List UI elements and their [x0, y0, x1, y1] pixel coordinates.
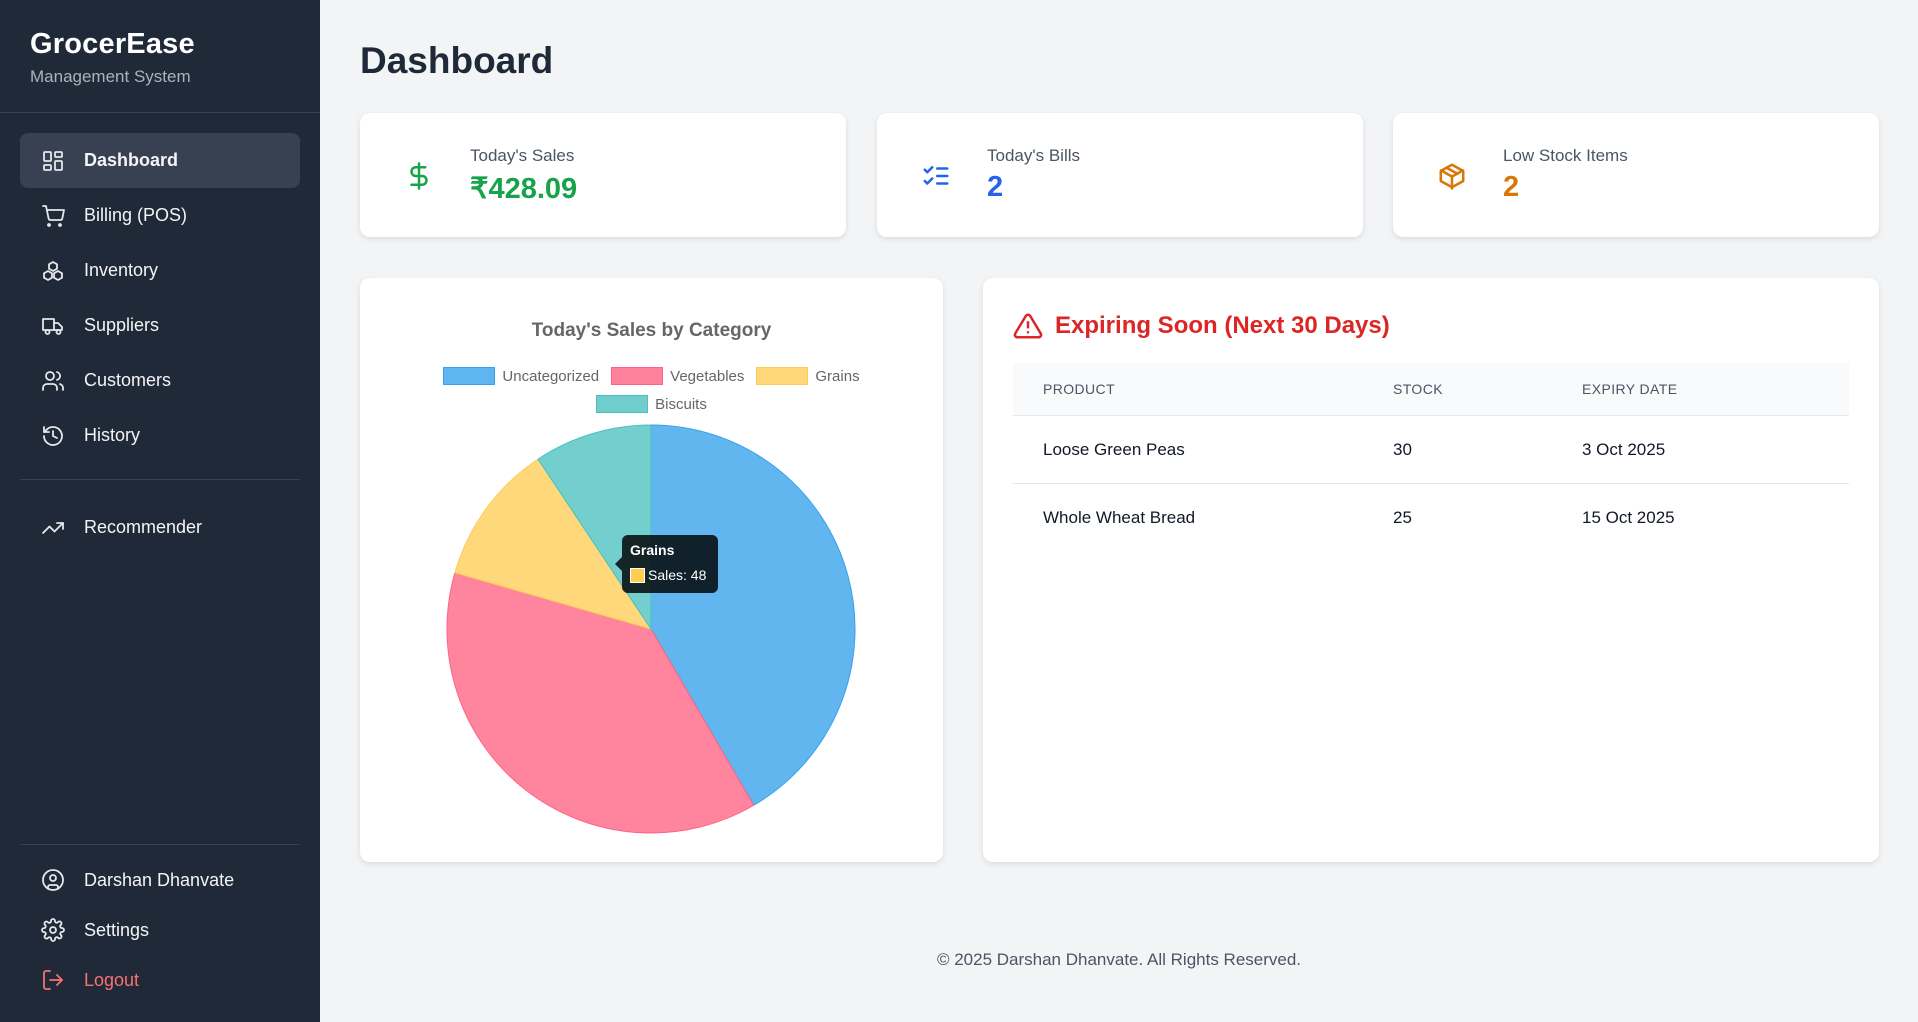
sidebar-item-label: Recommender	[84, 517, 203, 537]
truck-icon	[40, 313, 66, 339]
user-name: Darshan Dhanvate	[84, 869, 235, 890]
tooltip-title: Grains	[630, 542, 675, 558]
cell-expiry-date: 15 Oct 2025	[1582, 507, 1675, 527]
sidebar-nav: Dashboard Billing (POS) Inventory Suppli…	[0, 113, 320, 463]
column-header-product: PRODUCT	[1013, 363, 1392, 416]
sidebar-item-suppliers[interactable]: Suppliers	[20, 298, 300, 353]
tooltip-swatch	[630, 567, 645, 583]
sidebar-bottom: Darshan Dhanvate Settings Logout	[20, 844, 300, 1005]
sidebar-item-billing[interactable]: Billing (POS)	[20, 188, 300, 243]
brand: GrocerEase Management System	[0, 0, 320, 113]
sidebar-item-customers[interactable]: Customers	[20, 353, 300, 408]
column-header-stock: STOCK	[1392, 363, 1581, 416]
gear-icon	[40, 917, 66, 943]
trending-up-icon	[40, 515, 66, 541]
column-header-expiry-date: EXPIRY DATE	[1581, 363, 1849, 416]
warning-triangle-icon	[1013, 313, 1043, 339]
boxes-icon	[40, 258, 66, 284]
sidebar-item-label: Customers	[84, 370, 172, 390]
table-row: Loose Green Peas 30 3 Oct 2025	[1013, 415, 1849, 484]
brand-title: GrocerEase	[30, 28, 195, 60]
tooltip-line: Sales: 48	[630, 567, 706, 583]
sidebar-item-settings[interactable]: Settings	[20, 905, 300, 955]
stat-card-low-stock: Low Stock Items 2	[1393, 113, 1879, 237]
sidebar-item-label: Billing (POS)	[84, 205, 188, 225]
sidebar-item-dashboard[interactable]: Dashboard	[20, 133, 300, 188]
sidebar-item-label: Dashboard	[84, 150, 179, 170]
stat-label: Today's Bills	[987, 146, 1081, 165]
grid-icon	[40, 148, 66, 174]
sidebar-divider	[20, 479, 300, 480]
table-row: Whole Wheat Bread 25 15 Oct 2025	[1013, 484, 1849, 552]
brand-subtitle: Management System	[30, 67, 191, 86]
sidebar-item-label: History	[84, 425, 141, 445]
stat-label: Today's Sales	[470, 146, 575, 165]
page-title: Dashboard	[360, 40, 554, 81]
sidebar-item-history[interactable]: History	[20, 408, 300, 463]
sidebar-item-label: Inventory	[84, 260, 159, 280]
table-header-row: PRODUCT STOCK EXPIRY DATE	[1013, 363, 1849, 416]
chart-tooltip: Grains Sales: 48	[615, 535, 718, 593]
logout-button[interactable]: Logout	[20, 955, 300, 1005]
sidebar-item-label: Settings	[84, 919, 150, 940]
cell-stock: 25	[1393, 507, 1412, 527]
user-profile-link[interactable]: Darshan Dhanvate	[20, 855, 300, 905]
package-icon	[1437, 161, 1467, 191]
stat-value: ₹428.09	[470, 173, 578, 205]
sidebar-item-recommender[interactable]: Recommender	[20, 500, 300, 555]
main-content: Dashboard Today's Sales ₹428.09 Today's …	[320, 0, 1918, 1022]
user-circle-icon	[40, 867, 66, 893]
dollar-icon	[404, 161, 434, 191]
sidebar-item-label: Suppliers	[84, 315, 160, 335]
history-icon	[40, 423, 66, 449]
stat-value: 2	[1503, 171, 1520, 203]
sales-chart-panel: Today's Sales by Category Uncategorized …	[360, 278, 943, 862]
footer: © 2025 Darshan Dhanvate. All Rights Rese…	[936, 950, 1302, 969]
stat-card-sales: Today's Sales ₹428.09	[360, 113, 846, 237]
stat-label: Low Stock Items	[1503, 146, 1628, 165]
cell-stock: 30	[1392, 415, 1581, 484]
expiring-title-text: Expiring Soon (Next 30 Days)	[1055, 312, 1390, 339]
sidebar-nav-secondary: Recommender	[0, 500, 320, 555]
logout-icon	[40, 967, 66, 993]
stat-value: 2	[987, 171, 1004, 203]
cell-product: Loose Green Peas	[1013, 415, 1392, 484]
cart-icon	[40, 203, 66, 229]
users-icon	[40, 368, 66, 394]
cell-product: Whole Wheat Bread	[1043, 507, 1196, 527]
tooltip-text: Sales: 48	[648, 567, 707, 583]
sidebar-item-inventory[interactable]: Inventory	[20, 243, 300, 298]
logout-label: Logout	[84, 969, 140, 990]
expiring-title: Expiring Soon (Next 30 Days)	[1013, 311, 1390, 341]
list-checks-icon	[921, 161, 951, 191]
expiring-soon-panel: Expiring Soon (Next 30 Days) PRODUCT STO…	[983, 278, 1879, 862]
sidebar: GrocerEase Management System Dashboard B…	[0, 0, 320, 1022]
expiring-table: PRODUCT STOCK EXPIRY DATE Loose Green Pe…	[1013, 363, 1849, 551]
stat-card-bills: Today's Bills 2	[877, 113, 1363, 237]
cell-expiry-date: 3 Oct 2025	[1581, 415, 1849, 484]
